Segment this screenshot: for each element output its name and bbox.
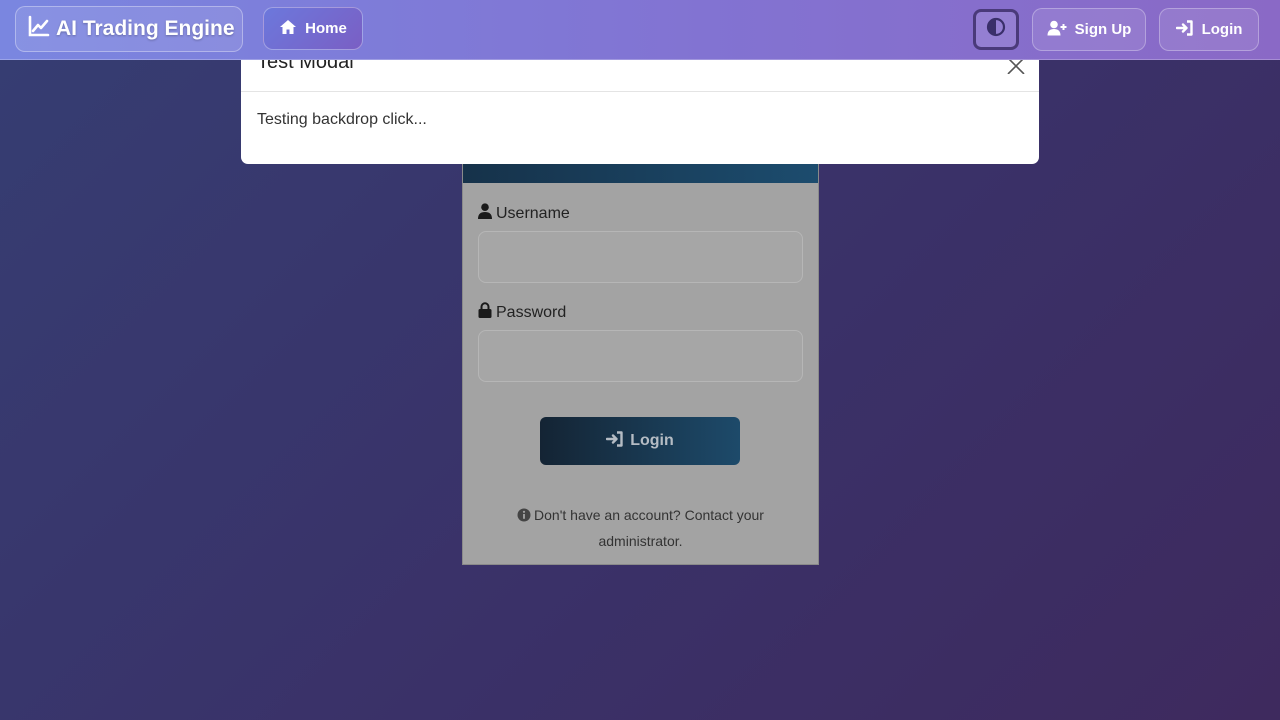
modal-header: Test Modal: [241, 60, 1039, 92]
login-nav-label: Login: [1201, 21, 1243, 38]
home-label: Home: [305, 20, 347, 37]
theme-toggle-button[interactable]: [973, 9, 1019, 50]
sign-up-button[interactable]: Sign Up: [1032, 8, 1146, 51]
navbar: AI Trading Engine Home Sign Up Login: [0, 0, 1280, 60]
modal-body-text: Testing backdrop click...: [257, 111, 427, 128]
chart-line-icon: [28, 15, 50, 43]
sign-in-icon: [606, 430, 624, 452]
sign-up-label: Sign Up: [1074, 21, 1132, 38]
login-submit-button[interactable]: Login: [540, 417, 740, 465]
sign-in-icon: [1175, 19, 1194, 40]
home-button[interactable]: Home: [263, 7, 363, 50]
test-modal: Test Modal Testing backdrop click...: [241, 60, 1039, 164]
close-icon: [1006, 60, 1026, 79]
password-input[interactable]: [478, 330, 803, 382]
signup-hint: Don't have an account? Contact your admi…: [483, 503, 798, 553]
login-nav-button[interactable]: Login: [1159, 8, 1259, 51]
contrast-icon: [986, 17, 1006, 42]
modal-title: Test Modal: [257, 60, 354, 73]
info-icon: [517, 505, 531, 529]
modal-close-button[interactable]: [1005, 60, 1027, 80]
login-card: Username Password Login Don't have an ac…: [462, 140, 819, 565]
brand-title: AI Trading Engine: [56, 17, 235, 40]
password-label: Password: [478, 302, 566, 323]
home-icon: [279, 19, 297, 39]
brand-link[interactable]: AI Trading Engine: [15, 6, 243, 52]
username-label: Username: [478, 203, 570, 224]
lock-icon: [478, 302, 492, 323]
user-plus-icon: [1047, 20, 1067, 40]
login-submit-label: Login: [630, 432, 674, 449]
user-icon: [478, 203, 492, 224]
username-input[interactable]: [478, 231, 803, 283]
